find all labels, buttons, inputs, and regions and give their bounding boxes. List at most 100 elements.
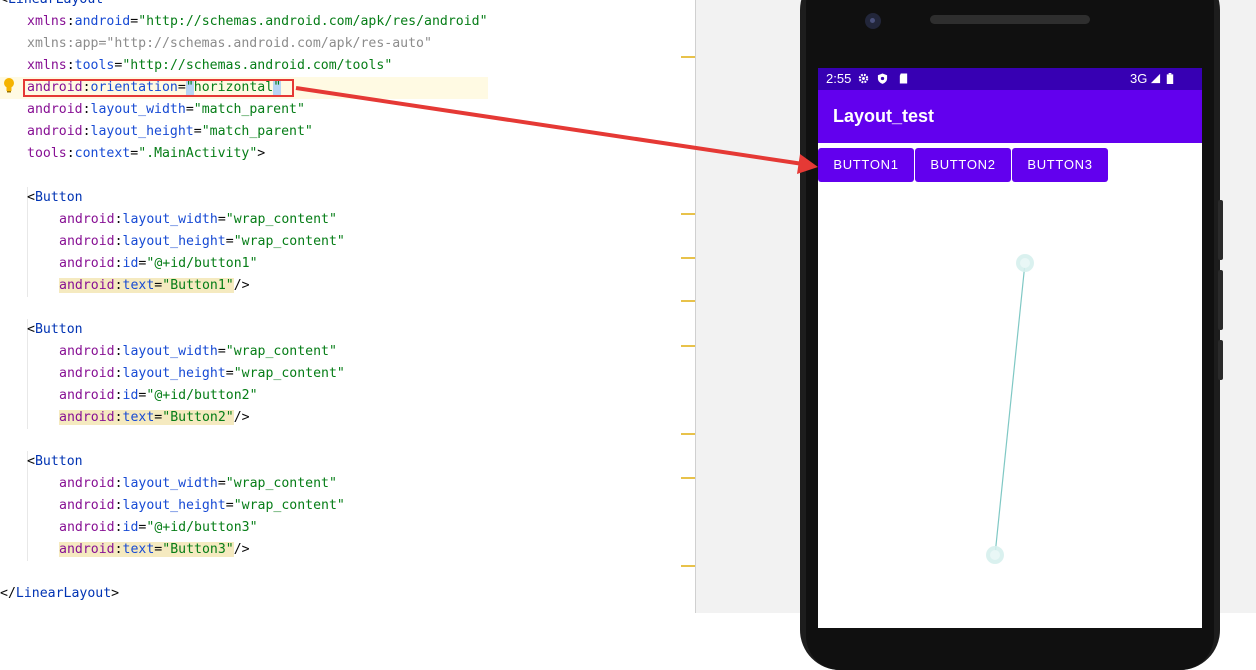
- code-token: android: [59, 520, 115, 535]
- code-token: android: [59, 366, 115, 381]
- code-token: text: [122, 542, 155, 557]
- code-token: layout_height: [122, 234, 226, 249]
- code-token: <: [27, 190, 35, 205]
- code-token: =: [185, 102, 194, 117]
- code-token: layout_width: [90, 102, 186, 117]
- code-token: tools: [74, 58, 115, 73]
- code-token: :: [114, 366, 123, 381]
- code-token: id: [122, 520, 139, 535]
- code-line[interactable]: android:layout_width="wrap_content": [0, 209, 488, 231]
- code-token: =: [130, 146, 139, 161]
- code-line[interactable]: [0, 165, 488, 187]
- gutter-marker[interactable]: [681, 345, 695, 347]
- code-line[interactable]: [0, 429, 488, 451]
- code-line[interactable]: android:layout_width="wrap_content": [0, 473, 488, 495]
- gutter-marker[interactable]: [681, 257, 695, 259]
- code-token: xmlns: [27, 58, 67, 73]
- code-line[interactable]: android:layout_width="wrap_content": [0, 341, 488, 363]
- gutter-marker[interactable]: [681, 300, 695, 302]
- code-token: :: [114, 256, 123, 271]
- code-line[interactable]: </LinearLayout>: [0, 583, 488, 605]
- code-line[interactable]: android:layout_height="wrap_content": [0, 363, 488, 385]
- code-token: "Button3": [162, 542, 234, 557]
- code-line[interactable]: android:layout_height="match_parent": [0, 121, 488, 143]
- gutter-marker[interactable]: [681, 477, 695, 479]
- code-line[interactable]: android:text="Button3"/>: [0, 539, 488, 561]
- code-token: :: [66, 14, 75, 29]
- power-button[interactable]: [1218, 340, 1223, 380]
- code-line[interactable]: android:id="@+id/button3": [0, 517, 488, 539]
- code-token: android: [74, 14, 131, 29]
- code-token: android: [59, 344, 115, 359]
- code-token: Button: [34, 190, 83, 205]
- code-token: :: [114, 234, 123, 249]
- code-line[interactable]: android:id="@+id/button1": [0, 253, 488, 275]
- code-token: "wrap_content": [233, 366, 345, 381]
- code-line[interactable]: <LinearLayout: [0, 0, 488, 11]
- code-token: context: [74, 146, 131, 161]
- code-token: >: [257, 146, 266, 161]
- code-token: "wrap_content": [225, 476, 337, 491]
- code-token: android: [59, 256, 115, 271]
- code-token: "@+id/button1": [146, 256, 258, 271]
- code-line[interactable]: android:layout_height="wrap_content": [0, 231, 488, 253]
- code-line[interactable]: xmlns:tools="http://schemas.android.com/…: [0, 55, 488, 77]
- code-token: "Button1": [162, 278, 234, 293]
- code-token: layout_height: [122, 498, 226, 513]
- code-token: :: [114, 410, 123, 425]
- code-token: "http://schemas.android.com/apk/res/andr…: [138, 14, 488, 29]
- volume-button[interactable]: [1218, 270, 1223, 330]
- code-token: android: [59, 498, 115, 513]
- code-token: =: [225, 498, 234, 513]
- code-token: "wrap_content": [233, 234, 345, 249]
- code-token: <: [27, 322, 35, 337]
- code-editor[interactable]: <LinearLayoutxmlns:android="http://schem…: [0, 0, 695, 613]
- code-token: =: [130, 14, 139, 29]
- code-token: Button: [34, 454, 83, 469]
- volume-button[interactable]: [1218, 200, 1223, 260]
- code-line[interactable]: android:layout_width="match_parent": [0, 99, 488, 121]
- gutter-marker[interactable]: [681, 433, 695, 435]
- phone-screen[interactable]: 2:55 3G Layout_test BUTTON1 BUTTON2 BUTT…: [818, 68, 1202, 628]
- code-token: text: [122, 410, 155, 425]
- gutter-marker[interactable]: [681, 56, 695, 58]
- code-token: :: [114, 498, 123, 513]
- gutter-marker[interactable]: [681, 565, 695, 567]
- code-token: LinearLayout: [15, 586, 112, 601]
- gesture-trace: [986, 254, 1034, 564]
- code-token: "@+id/button2": [146, 388, 258, 403]
- code-line[interactable]: xmlns:app="http://schemas.android.com/ap…: [0, 33, 488, 55]
- code-token: android: [59, 410, 115, 425]
- gutter-marker[interactable]: [681, 213, 695, 215]
- code-token: />: [233, 410, 250, 425]
- code-token: "wrap_content": [225, 212, 337, 227]
- code-line[interactable]: tools:context=".MainActivity">: [0, 143, 488, 165]
- code-token: layout_width: [122, 476, 218, 491]
- code-token: :: [114, 278, 123, 293]
- code-token: ".MainActivity": [138, 146, 258, 161]
- code-token: =: [217, 212, 226, 227]
- code-line[interactable]: android:id="@+id/button2": [0, 385, 488, 407]
- code-line[interactable]: android:text="Button2"/>: [0, 407, 488, 429]
- code-line[interactable]: android:layout_height="wrap_content": [0, 495, 488, 517]
- code-token: =: [225, 234, 234, 249]
- code-token: >: [111, 586, 120, 601]
- code-line[interactable]: [0, 561, 488, 583]
- code-token: :: [66, 58, 75, 73]
- code-line[interactable]: android:text="Button1"/>: [0, 275, 488, 297]
- code-token: xmlns:app="http://schemas.android.com/ap…: [27, 36, 432, 51]
- code-token: text: [122, 278, 155, 293]
- code-token: android: [59, 212, 115, 227]
- code-line[interactable]: xmlns:android="http://schemas.android.co…: [0, 11, 488, 33]
- code-token: :: [114, 476, 123, 491]
- code-line[interactable]: <Button: [0, 319, 488, 341]
- code-token: <: [27, 454, 35, 469]
- code-line[interactable]: <Button: [0, 451, 488, 473]
- code-line[interactable]: [0, 297, 488, 319]
- code-line[interactable]: <Button: [0, 187, 488, 209]
- code-token: "match_parent": [201, 124, 313, 139]
- code-token: <: [0, 0, 8, 7]
- lightbulb-icon[interactable]: [3, 77, 15, 93]
- code-token: =: [217, 344, 226, 359]
- code-token: =: [225, 366, 234, 381]
